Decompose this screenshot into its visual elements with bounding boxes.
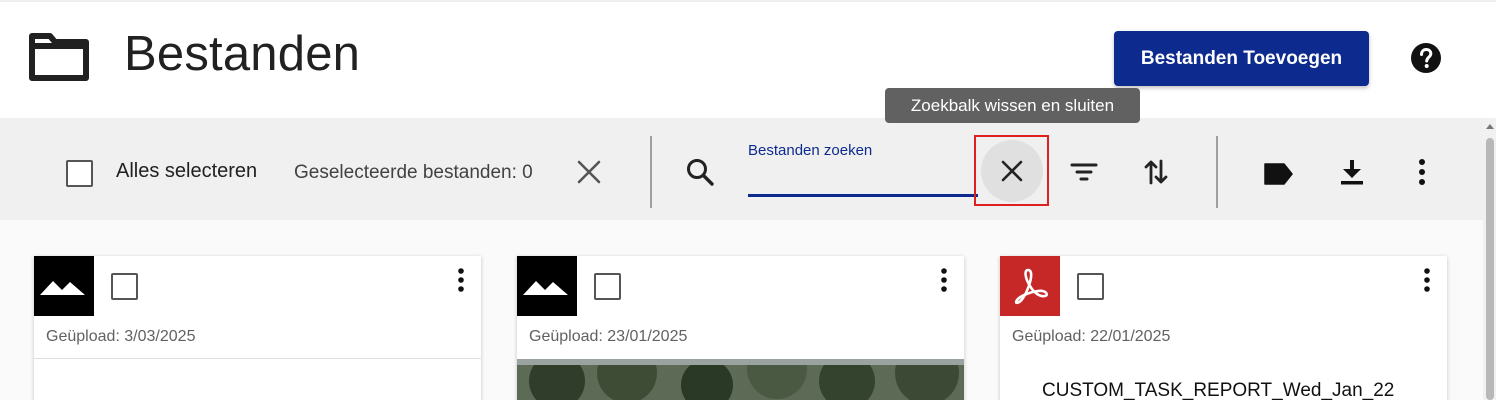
image-icon <box>40 281 85 295</box>
close-icon[interactable] <box>576 159 602 185</box>
file-thumbnail <box>34 256 94 316</box>
toolbar-divider <box>1216 136 1218 208</box>
file-select-checkbox[interactable] <box>1077 273 1104 300</box>
clear-search-hover-circle <box>980 139 1043 202</box>
image-icon <box>523 281 568 295</box>
more-vert-icon[interactable] <box>1406 156 1438 188</box>
files-grid: Geüpload: 3/03/2025 Geüpload: 23/01/2025 <box>0 220 1483 400</box>
clear-search-icon <box>1001 160 1022 181</box>
file-card[interactable]: Geüpload: 22/01/2025 CUSTOM_TASK_REPORT_… <box>1000 256 1447 400</box>
photo-preview <box>517 359 964 400</box>
selected-files-count: Geselecteerde bestanden: 0 <box>294 162 533 183</box>
clear-search-button[interactable] <box>974 135 1049 206</box>
scrollbar-thumb[interactable] <box>1486 138 1494 400</box>
card-divider <box>34 358 481 359</box>
clear-search-tooltip: Zoekbalk wissen en sluiten <box>885 88 1140 123</box>
pdf-icon <box>1014 268 1049 305</box>
select-all-checkbox[interactable] <box>66 160 93 187</box>
more-vert-icon[interactable] <box>1416 266 1438 296</box>
help-circle-icon[interactable] <box>1410 42 1442 74</box>
add-files-button[interactable]: Bestanden Toevoegen <box>1114 31 1369 86</box>
search-field[interactable]: Bestanden zoeken <box>748 138 978 198</box>
pdf-preview-title: CUSTOM_TASK_REPORT_Wed_Jan_22 <box>1042 380 1395 400</box>
search-field-label: Bestanden zoeken <box>748 142 873 159</box>
toolbar-divider <box>650 136 652 208</box>
page-header: Bestanden Bestanden Toevoegen <box>0 2 1496 118</box>
scroll-up-arrow-icon[interactable] <box>1485 121 1495 131</box>
tag-icon[interactable] <box>1262 158 1294 190</box>
upload-date: Geüpload: 22/01/2025 <box>1012 328 1171 345</box>
sort-icon[interactable] <box>1140 156 1172 188</box>
page-title: Bestanden <box>124 27 361 81</box>
search-underline <box>748 194 978 197</box>
more-vert-icon[interactable] <box>450 266 472 296</box>
filter-icon[interactable] <box>1068 156 1100 188</box>
file-toolbar: Alles selecteren Geselecteerde bestanden… <box>0 118 1483 220</box>
select-all-label[interactable]: Alles selecteren <box>116 160 257 183</box>
folder-icon <box>29 33 89 81</box>
file-select-checkbox[interactable] <box>111 273 138 300</box>
search-icon <box>687 159 714 186</box>
file-card[interactable]: Geüpload: 3/03/2025 <box>34 256 481 400</box>
more-vert-icon[interactable] <box>933 266 955 296</box>
search-input[interactable] <box>748 166 978 196</box>
upload-date: Geüpload: 23/01/2025 <box>529 328 688 345</box>
file-thumbnail <box>1000 256 1060 316</box>
upload-date: Geüpload: 3/03/2025 <box>46 328 196 345</box>
file-thumbnail <box>517 256 577 316</box>
file-select-checkbox[interactable] <box>594 273 621 300</box>
download-icon[interactable] <box>1336 156 1368 188</box>
file-card[interactable]: Geüpload: 23/01/2025 <box>517 256 964 400</box>
